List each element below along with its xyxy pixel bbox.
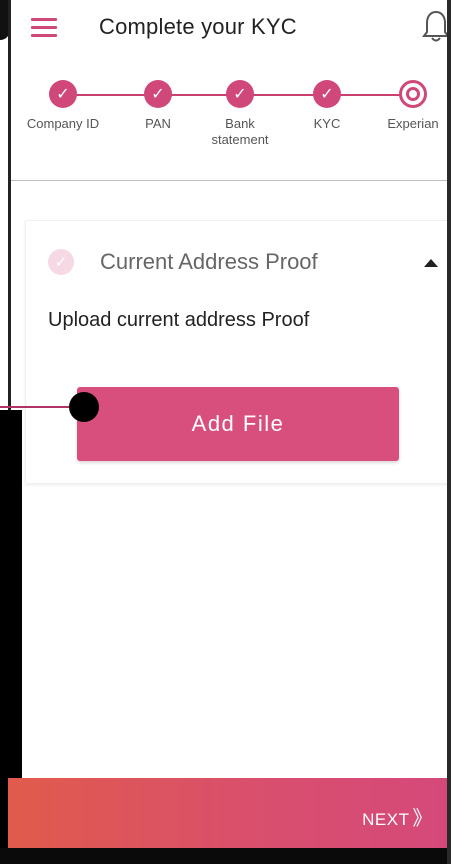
kyc-stepper: ✓ Company ID ✓ PAN ✓ Bank statement ✓ KY… <box>11 70 451 180</box>
step-kyc[interactable]: ✓ KYC <box>282 80 372 132</box>
top-app-bar: Complete your KYC <box>11 0 451 56</box>
step-label: Company ID <box>26 116 100 131</box>
check-icon: ✓ <box>226 80 254 108</box>
step-experian[interactable]: Experian <box>368 80 451 132</box>
next-button[interactable]: NEXT 》 <box>362 802 433 831</box>
touch-pointer <box>69 392 99 422</box>
current-step-icon <box>399 80 427 108</box>
hamburger-icon[interactable] <box>31 18 57 38</box>
step-label: KYC <box>313 116 341 131</box>
check-icon: ✓ <box>48 249 74 275</box>
step-company-id[interactable]: ✓ Company ID <box>18 80 108 132</box>
app-screen: Complete your KYC ✓ Company ID ✓ PAN ✓ B… <box>8 0 451 858</box>
upload-instruction: Upload current address Proof <box>48 309 310 331</box>
step-bank-statement[interactable]: ✓ Bank statement <box>195 80 285 148</box>
address-proof-header[interactable]: ✓ Current Address Proof <box>48 245 438 279</box>
check-icon: ✓ <box>144 80 172 108</box>
double-chevron-right-icon: 》 <box>412 808 433 830</box>
device-bezel <box>447 0 451 864</box>
check-icon: ✓ <box>313 80 341 108</box>
step-label: PAN <box>145 116 171 131</box>
caret-up-icon[interactable] <box>424 259 438 267</box>
divider <box>11 180 451 181</box>
add-file-button[interactable]: Add File <box>77 387 399 461</box>
check-icon: ✓ <box>49 80 77 108</box>
bottom-action-bar: NEXT 》 <box>8 778 451 848</box>
next-label: NEXT <box>362 810 410 829</box>
bell-icon[interactable] <box>422 8 450 49</box>
address-proof-card: ✓ Current Address Proof Upload current a… <box>25 220 451 484</box>
step-label: Bank statement <box>211 116 269 147</box>
step-label: Experian <box>387 116 439 131</box>
page-title: Complete your KYC <box>99 14 297 39</box>
device-bezel <box>0 848 451 864</box>
step-pan[interactable]: ✓ PAN <box>113 80 203 132</box>
section-title: Current Address Proof <box>100 249 318 274</box>
